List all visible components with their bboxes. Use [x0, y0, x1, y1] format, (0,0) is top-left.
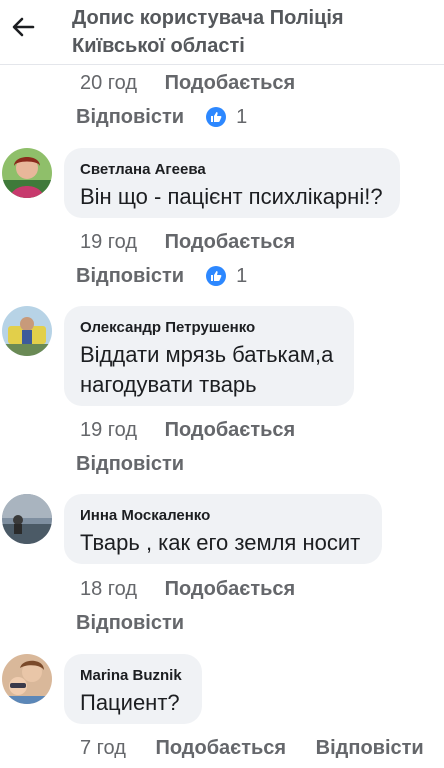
comment-time[interactable]: 19 год: [80, 419, 137, 441]
comment-meta-row: 7 год Подобається Відповісти: [80, 735, 424, 761]
comment-author[interactable]: Светлана Агеева: [80, 160, 384, 180]
comment-text: Тварь , как его земля носит: [80, 530, 361, 555]
comment-time[interactable]: 19 год: [80, 231, 137, 253]
avatar[interactable]: [2, 494, 52, 544]
comment-bubble: Marina Buznik Пациент?: [64, 654, 202, 724]
avatar[interactable]: [2, 654, 52, 704]
comment-time[interactable]: 18 год: [80, 578, 137, 600]
page-title: Допис користувача Поліція Київської обла…: [72, 7, 344, 57]
comment-text-line: Віддати мрязь батькам,а: [80, 342, 334, 367]
reply-button[interactable]: Відповісти: [76, 451, 184, 477]
comment-author[interactable]: Marina Buznik: [80, 666, 186, 686]
comment-reply-row: Відповісти: [76, 451, 184, 477]
thumbs-up-icon[interactable]: [206, 107, 227, 127]
back-arrow-icon[interactable]: [8, 12, 38, 42]
reaction-count[interactable]: 1: [236, 263, 247, 289]
comment-meta-row: 20 год Подобається: [80, 70, 295, 96]
comment-time[interactable]: 7 год: [80, 737, 126, 759]
reply-button[interactable]: Відповісти: [316, 737, 424, 759]
like-button[interactable]: Подобається: [165, 419, 296, 441]
comment-time[interactable]: 20 год: [80, 72, 137, 94]
like-button[interactable]: Подобається: [155, 737, 286, 759]
reaction-count[interactable]: 1: [236, 104, 247, 130]
comment-author[interactable]: Олександр Петрушенко: [80, 318, 338, 338]
thumbs-up-icon[interactable]: [206, 266, 227, 286]
comment-text-line: нагодувати тварь: [80, 372, 257, 397]
avatar[interactable]: [2, 148, 52, 198]
comment-meta-row: 19 год Подобається: [80, 229, 295, 255]
comment-bubble: Олександр Петрушенко Віддати мрязь батьк…: [64, 306, 354, 406]
app-header: Допис користувача Поліція Київської обла…: [0, 0, 444, 65]
comment-text: Він що - пацієнт психлікарні!?: [80, 184, 383, 209]
comment-author[interactable]: Инна Москаленко: [80, 506, 366, 526]
comment-reply-row: Відповісти: [76, 610, 184, 636]
comment-bubble: Светлана Агеева Він що - пацієнт психлік…: [64, 148, 400, 218]
comment-meta-row: 19 год Подобається: [80, 417, 295, 443]
like-button[interactable]: Подобається: [165, 578, 296, 600]
avatar[interactable]: [2, 306, 52, 356]
comment-meta-row: 18 год Подобається: [80, 576, 295, 602]
comment-bubble: Инна Москаленко Тварь , как его земля но…: [64, 494, 382, 564]
comment-reply-row: Відповісти 1: [76, 104, 247, 130]
like-button[interactable]: Подобається: [165, 72, 296, 94]
reply-button[interactable]: Відповісти: [76, 104, 184, 130]
like-button[interactable]: Подобається: [165, 231, 296, 253]
comment-text: Пациент?: [80, 690, 180, 715]
comment-reply-row: Відповісти 1: [76, 263, 247, 289]
reply-button[interactable]: Відповісти: [76, 610, 184, 636]
reply-button[interactable]: Відповісти: [76, 263, 184, 289]
